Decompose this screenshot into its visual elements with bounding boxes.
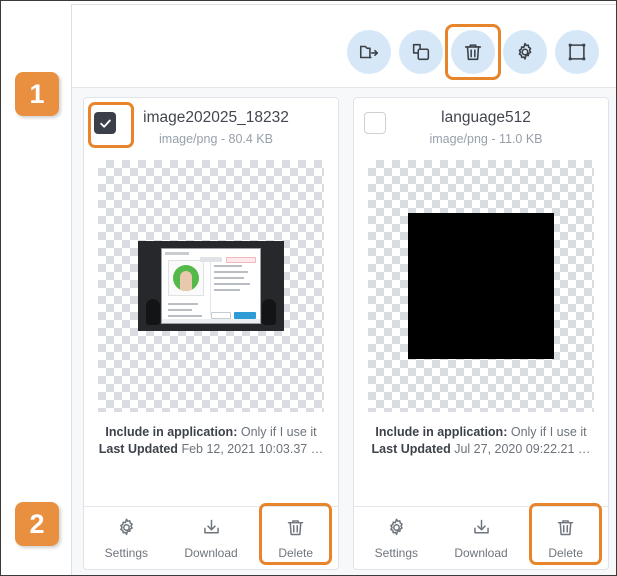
asset-thumbnail[interactable]: [368, 160, 594, 412]
card-settings-button[interactable]: Settings: [354, 507, 439, 569]
asset-card-header: language512 image/png - 11.0 KB: [354, 98, 608, 160]
asset-card-header: image202025_18232 image/png - 80.4 KB: [84, 98, 338, 160]
card-settings-label: Settings: [374, 545, 419, 560]
include-in-application-line: Include in application: Only if I use it: [364, 424, 598, 441]
card-download-label: Download: [454, 545, 508, 560]
crop-frame-icon: [566, 41, 588, 63]
card-delete-button[interactable]: Delete: [523, 503, 608, 569]
card-settings-button[interactable]: Settings: [84, 507, 169, 569]
card-download-button[interactable]: Download: [169, 507, 254, 569]
download-icon: [201, 517, 222, 543]
toolbar-settings-button[interactable]: [503, 30, 547, 74]
thumbnail-screenshot-art: [138, 241, 284, 331]
card-download-button[interactable]: Download: [439, 507, 524, 569]
include-in-application-label: Include in application:: [375, 425, 508, 439]
card-delete-label: Delete: [278, 545, 314, 560]
asset-list: image202025_18232 image/png - 80.4 KB In…: [72, 87, 616, 575]
gear-icon: [116, 517, 137, 543]
asset-file-name: language512: [441, 109, 531, 126]
asset-action-bar: Settings Download Delete: [354, 503, 608, 569]
asset-file-meta: image/png - 80.4 KB: [159, 132, 273, 146]
asset-info: Include in application: Only if I use it…: [354, 412, 608, 506]
toolbar-delete-button[interactable]: [445, 24, 501, 80]
last-updated-label: Last Updated: [371, 442, 451, 456]
last-updated-value: Jul 27, 2020 09:22.21 …: [454, 442, 591, 456]
card-delete-label: Delete: [548, 545, 584, 560]
card-settings-label: Settings: [104, 545, 149, 560]
asset-info: Include in application: Only if I use it…: [84, 412, 338, 506]
asset-card[interactable]: image202025_18232 image/png - 80.4 KB In…: [83, 97, 339, 570]
asset-title-block: language512 image/png - 11.0 KB: [378, 108, 594, 148]
toolbar-resize-button[interactable]: [555, 30, 599, 74]
card-delete-button[interactable]: Delete: [253, 503, 338, 569]
thumbnail-black-square: [408, 213, 554, 359]
include-in-application-value: Only if I use it: [510, 425, 587, 439]
folder-arrow-icon: [358, 41, 380, 63]
trash-icon: [285, 517, 306, 543]
asset-file-name: image202025_18232: [143, 109, 289, 126]
last-updated-line: Last Updated Feb 12, 2021 10:03.37 …: [94, 441, 328, 458]
asset-action-bar: Settings Download Delete: [84, 503, 338, 569]
toolbar-move-to-folder-button[interactable]: [347, 30, 391, 74]
last-updated-value: Feb 12, 2021 10:03.37 …: [181, 442, 324, 456]
asset-file-meta: image/png - 11.0 KB: [429, 132, 543, 146]
copy-icon: [410, 41, 432, 63]
last-updated-label: Last Updated: [98, 442, 178, 456]
asset-card[interactable]: language512 image/png - 11.0 KB Include …: [353, 97, 609, 570]
download-icon: [471, 517, 492, 543]
step-badge-2: 2: [15, 502, 59, 546]
screenshot-frame: image202025_18232 image/png - 80.4 KB In…: [0, 0, 617, 576]
include-in-application-value: Only if I use it: [240, 425, 317, 439]
include-in-application-label: Include in application:: [105, 425, 238, 439]
asset-title-block: image202025_18232 image/png - 80.4 KB: [108, 108, 324, 148]
step-badge-1: 1: [15, 72, 59, 116]
gear-icon: [514, 41, 536, 63]
toolbar-duplicate-button[interactable]: [399, 30, 443, 74]
toolbar: [71, 23, 616, 81]
gear-icon: [386, 517, 407, 543]
trash-icon: [555, 517, 576, 543]
card-download-label: Download: [184, 545, 238, 560]
trash-icon: [462, 41, 484, 63]
include-in-application-line: Include in application: Only if I use it: [94, 424, 328, 441]
last-updated-line: Last Updated Jul 27, 2020 09:22.21 …: [364, 441, 598, 458]
asset-thumbnail[interactable]: [98, 160, 324, 412]
